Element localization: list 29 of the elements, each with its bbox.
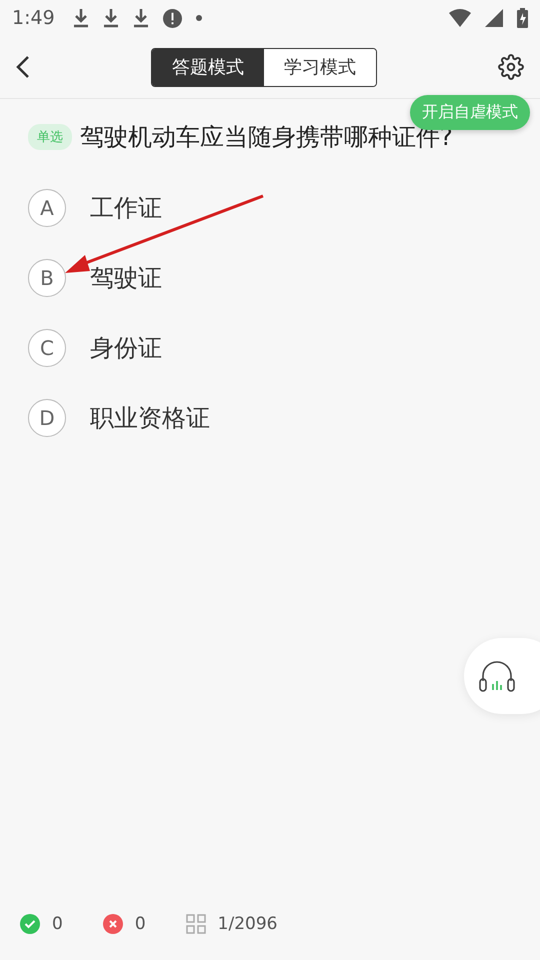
settings-icon[interactable] [498, 54, 524, 80]
option-letter[interactable]: B [28, 259, 66, 297]
download-icon [102, 8, 119, 28]
alert-icon [162, 8, 182, 28]
wrong-count: 0 [134, 914, 146, 934]
dot-icon [196, 15, 202, 21]
option-text[interactable]: 身份证 [90, 332, 162, 364]
option-letter[interactable]: D [28, 399, 66, 437]
audio-button[interactable] [464, 638, 540, 714]
headphones-icon [478, 659, 516, 693]
back-icon[interactable] [16, 55, 30, 79]
mode-tab[interactable]: 学习模式 [264, 48, 376, 86]
option-letter[interactable]: C [28, 329, 66, 367]
check-icon [20, 914, 40, 934]
progress-count[interactable]: 1/2096 [218, 914, 278, 934]
mode-tab[interactable]: 答题模式 [152, 48, 264, 86]
question-type-tag: 单选 [28, 124, 72, 150]
signal-icon [485, 9, 503, 27]
download-icon [72, 8, 89, 28]
cross-icon [102, 914, 123, 934]
status-time: 1:49 [12, 7, 55, 29]
option-text[interactable]: 驾驶证 [90, 262, 162, 294]
wifi-icon [449, 9, 471, 27]
option-text[interactable]: 工作证 [90, 192, 162, 224]
download-icon [132, 8, 149, 28]
battery-icon [517, 8, 528, 28]
option-text[interactable]: 职业资格证 [90, 402, 210, 434]
option-letter[interactable]: A [28, 189, 66, 227]
correct-count: 0 [52, 914, 63, 934]
